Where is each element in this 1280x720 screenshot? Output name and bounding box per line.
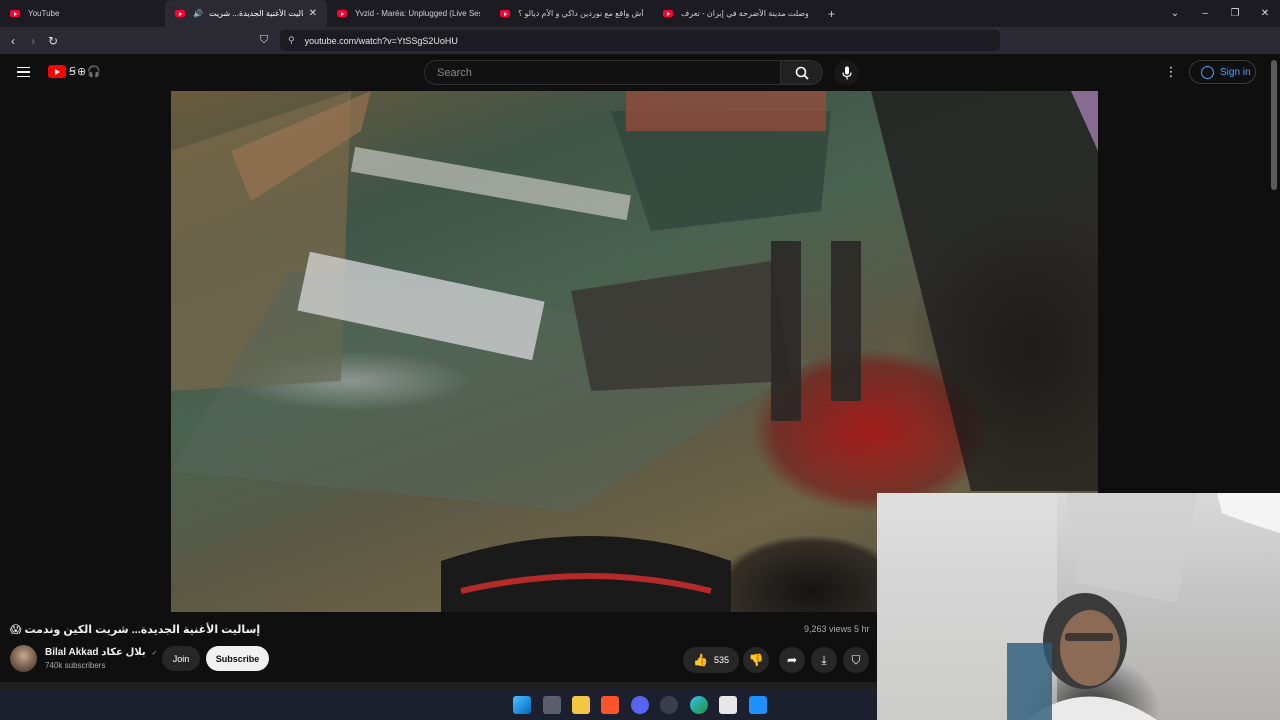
subscribe-button[interactable]: Subscribe [206,646,269,671]
subscriber-count: 740k subscribers [45,661,106,670]
settings-more-icon[interactable]: ⋮ [1163,64,1179,80]
close-tab-icon[interactable]: ✕ [309,8,317,19]
youtube-play-icon [48,65,66,78]
mail-icon[interactable] [749,696,767,714]
view-count: 9,263 views 5 hr [804,624,870,634]
chatgpt-icon[interactable] [660,696,678,714]
search-icon [795,66,809,80]
save-button[interactable]: ⛉ [843,647,869,673]
join-button[interactable]: Join [162,646,200,671]
guide-menu-icon[interactable] [17,67,30,77]
brave-browser-icon[interactable] [601,696,619,714]
webcam-image [877,493,1280,720]
discord-icon[interactable] [631,696,649,714]
like-button[interactable]: 👍 535 [683,647,739,673]
os-taskbar [0,690,877,720]
speaker-icon: 🔊 [193,9,203,18]
youtube-favicon-icon [663,10,673,17]
url-text: youtube.com/watch?v=YtSSgS2UoHU [304,35,458,46]
channel-name-text: Bilal Akkad بلال عكاد [45,647,146,658]
tab-label: YouTube [28,9,60,18]
dislike-button[interactable]: 👎 [743,647,769,673]
download-button[interactable]: ⤓ [811,647,837,673]
youtube-favicon-icon [337,10,347,17]
tab-label: Yvzid - Maréa: Unplugged (Live Sess [355,9,480,18]
browser-tabbar: YouTube 🔊 إساليت الأغنية الجديدة... شريت… [0,0,1280,27]
store-icon[interactable] [719,696,737,714]
share-button[interactable]: ➦ [779,647,805,673]
tab-nordine[interactable]: أش واقع مع نوردين داكي و الأم ديالو ؟ [490,0,653,27]
file-explorer-icon[interactable] [572,696,590,714]
new-tab-button[interactable]: + [818,0,842,27]
download-icon: ⤓ [821,652,827,667]
tab-search-icon[interactable]: ⌄ [1160,8,1190,19]
task-view-icon[interactable] [543,696,561,714]
address-bar[interactable]: ⚲ youtube.com/watch?v=YtSSgS2UoHU [280,30,1000,51]
youtube-favicon-icon [500,10,510,17]
bookmark-save-icon: ⛉ [851,652,861,667]
youtube-favicon-icon [175,10,185,17]
site-info-icon[interactable]: ⚲ [288,35,295,46]
video-title: 😱 إساليت الأغنية الجديدة... شريت الكين و… [10,624,261,636]
channel-name[interactable]: Bilal Akkad بلال عكاد ✓ [45,647,157,658]
channel-avatar[interactable] [10,645,37,672]
minimize-icon[interactable]: – [1190,8,1220,19]
edge-icon[interactable] [690,696,708,714]
close-window-icon[interactable]: ✕ [1250,8,1280,19]
tab-youtube[interactable]: YouTube [0,0,165,27]
page-scrollbar[interactable] [1271,60,1277,190]
sign-in-button[interactable]: Sign in [1189,60,1256,84]
forward-icon[interactable]: › [23,34,43,48]
back-icon[interactable]: ‹ [3,34,23,48]
voice-search-button[interactable] [834,60,859,85]
microphone-icon [841,66,852,79]
window-controls: ⌄ – ❐ ✕ [1160,0,1280,27]
youtube-header: Ꞩ⊕🎧 Search ⋮ Sign in [0,54,1280,91]
search-button[interactable] [781,60,823,85]
tab-label: إساليت الأغنية الجديدة... شريت [208,9,303,18]
comment-divider [0,682,877,690]
youtube-favicon-icon [10,10,20,17]
thumbs-up-icon: 👍 [693,653,708,667]
windows-start-icon[interactable] [513,696,531,714]
tab-iran[interactable]: وصلت مدينة الأضرحة في إيران - تعرف... [653,0,818,27]
account-icon [1201,65,1214,79]
reload-icon[interactable]: ↻ [43,34,63,48]
maximize-icon[interactable]: ❐ [1220,8,1250,19]
tab-current-video[interactable]: 🔊 إساليت الأغنية الجديدة... شريت ✕ [165,0,327,27]
webcam-overlay [877,493,1280,720]
verified-icon: ✓ [151,650,158,657]
like-count: 535 [713,655,729,665]
search-input[interactable]: Search [424,60,781,85]
sign-in-label: Sign in [1220,66,1251,78]
youtube-logo[interactable]: Ꞩ⊕🎧 [48,65,102,78]
browser-toolbar: ‹ › ↻ ⛉ ⚲ youtube.com/watch?v=YtSSgS2UoH… [0,27,1280,74]
thumbs-down-icon: 👎 [748,653,764,667]
tab-label: أش واقع مع نوردين داكي و الأم ديالو ؟ [518,9,643,18]
tab-label: وصلت مدينة الأضرحة في إيران - تعرف... [681,9,808,18]
share-icon: ➦ [786,653,798,667]
bookmark-icon[interactable]: ⛉ [254,34,274,47]
tab-yvzid[interactable]: Yvzid - Maréa: Unplugged (Live Sess [327,0,490,27]
doodle-icon: Ꞩ⊕🎧 [69,66,102,78]
